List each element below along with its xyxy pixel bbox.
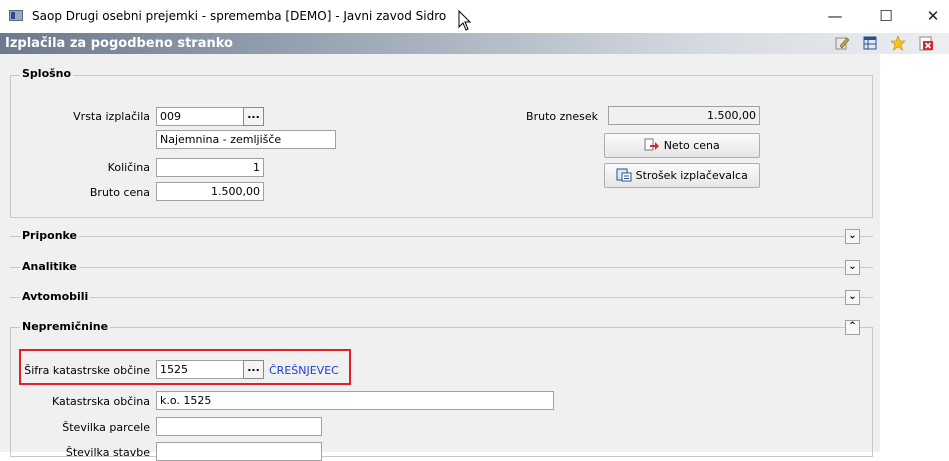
vrsta-izplacila-field[interactable]: 009 — [156, 107, 244, 126]
katastrska-obcina-label: Katastrska občina — [51, 395, 150, 408]
form-title: Izplačila za pogodbeno stranko — [5, 36, 233, 51]
avtomobili-expand-button[interactable]: ⌄ — [845, 290, 860, 305]
kolicina-label: Količina — [107, 161, 150, 174]
minimize-button[interactable]: — — [815, 5, 855, 27]
neto-cena-button-label: Neto cena — [663, 139, 720, 152]
stevilka-parcele-label: Številka parcele — [62, 421, 150, 434]
window-title: Saop Drugi osebni prejemki - sprememba [… — [32, 9, 447, 23]
avtomobili-divider — [10, 297, 873, 298]
sifra-lookup-button[interactable]: ... — [243, 360, 264, 379]
table-icon[interactable] — [862, 35, 878, 51]
kolicina-field[interactable]: 1 — [156, 158, 264, 177]
mouse-cursor-icon — [458, 10, 472, 31]
maximize-button[interactable]: ☐ — [866, 5, 906, 27]
bruto-cena-field[interactable]: 1.500,00 — [156, 182, 264, 201]
strosek-button-label: Strošek izplačevalca — [635, 169, 748, 182]
analitike-divider — [10, 267, 873, 268]
sifra-katastrske-obcine-label: Šifra katastrske občine — [24, 364, 150, 377]
splosno-group-label: Splošno — [20, 67, 74, 80]
close-window-button[interactable]: ✕ — [913, 5, 949, 27]
strosek-izplacevalca-button[interactable]: Strošek izplačevalca — [604, 163, 760, 188]
katastrska-obcina-name[interactable]: ČREŠNJEVEC — [269, 364, 339, 377]
avtomobili-section-label[interactable]: Avtomobili — [20, 290, 91, 303]
right-empty-area — [880, 54, 949, 452]
katastrska-obcina-field[interactable]: k.o. 1525 — [156, 391, 554, 410]
vrsta-izplacila-label: Vrsta izplačila — [73, 110, 150, 123]
neto-arrow-icon — [644, 138, 660, 151]
stevilka-parcele-field[interactable] — [156, 417, 322, 436]
edit-icon[interactable] — [834, 35, 850, 51]
favorite-star-icon[interactable] — [890, 35, 906, 51]
close-document-icon[interactable] — [918, 35, 934, 51]
analitike-section-label[interactable]: Analitike — [20, 260, 79, 273]
nepremicnine-section-label[interactable]: Nepremičnine — [20, 320, 111, 333]
priponke-expand-button[interactable]: ⌄ — [845, 229, 860, 244]
neto-cena-button[interactable]: Neto cena — [604, 133, 760, 158]
bruto-znesek-label: Bruto znesek — [526, 110, 598, 123]
nepremicnine-collapse-button[interactable]: ⌃ — [845, 320, 860, 335]
app-icon — [9, 10, 23, 21]
priponke-section-label[interactable]: Priponke — [20, 229, 79, 242]
bruto-cena-label: Bruto cena — [89, 186, 150, 199]
bruto-znesek-field: 1.500,00 — [608, 106, 760, 125]
stevilka-stavbe-label: Številka stavbe — [65, 446, 150, 459]
priponke-divider — [10, 236, 873, 237]
analitike-expand-button[interactable]: ⌄ — [845, 260, 860, 275]
calculator-icon — [616, 168, 632, 182]
sifra-katastrske-obcine-field[interactable]: 1525 — [156, 360, 244, 379]
vrsta-izplacila-lookup-button[interactable]: ... — [243, 107, 264, 126]
vrsta-izplacila-description: Najemnina - zemljišče — [156, 130, 336, 149]
